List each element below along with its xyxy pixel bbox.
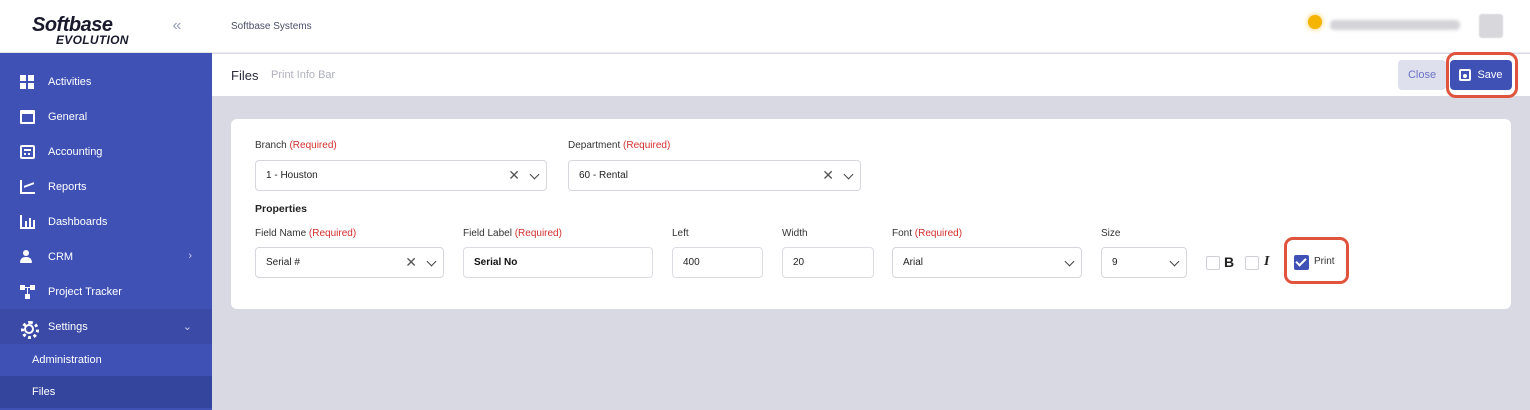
user-name-redacted[interactable] xyxy=(1330,20,1460,30)
company-name: Softbase Systems xyxy=(231,21,312,32)
department-value: 60 - Rental xyxy=(579,170,628,181)
size-select[interactable]: 9 xyxy=(1101,247,1187,278)
sidebar-item-crm[interactable]: CRM › xyxy=(0,239,212,274)
page-subtitle: Print Info Bar xyxy=(271,69,336,81)
collapse-sidebar-icon[interactable]: « xyxy=(168,17,186,35)
sidebar-item-label: Project Tracker xyxy=(48,285,122,298)
italic-icon: I xyxy=(1264,254,1270,269)
sidebar-item-project-tracker[interactable]: Project Tracker xyxy=(0,274,212,309)
chevron-down-icon[interactable] xyxy=(529,161,540,190)
sidebar-item-label: Settings xyxy=(48,320,88,333)
branch-label: Branch (Required) xyxy=(255,140,337,151)
font-select[interactable]: Arial xyxy=(892,247,1082,278)
bold-checkbox[interactable] xyxy=(1206,256,1220,270)
department-select[interactable]: 60 - Rental ✕ xyxy=(568,160,861,191)
print-checkbox[interactable] xyxy=(1294,255,1309,270)
bold-icon: B xyxy=(1224,254,1235,270)
size-label: Size xyxy=(1101,228,1121,239)
sidebar-item-general[interactable]: General xyxy=(0,99,212,134)
required-marker: (Required) xyxy=(514,228,562,239)
hierarchy-icon xyxy=(20,284,35,299)
size-value: 9 xyxy=(1112,257,1118,268)
avatar[interactable] xyxy=(1479,14,1503,38)
chevron-right-icon: › xyxy=(188,250,192,262)
sidebar-item-reports[interactable]: Reports xyxy=(0,169,212,204)
field-name-label: Field Name (Required) xyxy=(255,228,356,239)
top-bar: Softbase Systems xyxy=(212,0,1530,53)
chevron-down-icon: ⌄ xyxy=(182,321,192,333)
font-label: Font (Required) xyxy=(892,228,962,239)
left-label: Left xyxy=(672,228,689,239)
sidebar-subitem-label: Files xyxy=(32,386,56,398)
archive-icon xyxy=(20,109,35,124)
field-label-label: Field Label (Required) xyxy=(463,228,562,239)
branch-label-text: Branch xyxy=(255,140,287,151)
italic-checkbox[interactable] xyxy=(1245,256,1259,270)
department-label: Department (Required) xyxy=(568,140,670,151)
logo-text-secondary: EVOLUTION xyxy=(56,33,129,47)
properties-heading: Properties xyxy=(255,203,307,215)
page-title: Files xyxy=(231,68,259,83)
field-name-label-text: Field Name xyxy=(255,228,307,239)
user-icon xyxy=(20,249,35,264)
sidebar-nav: Activities General Accounting Reports Da… xyxy=(0,53,212,408)
line-chart-icon xyxy=(20,179,35,194)
print-label: Print xyxy=(1314,256,1335,267)
gear-icon xyxy=(20,320,39,339)
sidebar-subitem-label: Administration xyxy=(32,354,102,366)
width-input[interactable]: 20 xyxy=(782,247,874,278)
branch-select[interactable]: 1 - Houston ✕ xyxy=(255,160,547,191)
sidebar-item-label: General xyxy=(48,110,88,123)
clear-department-icon[interactable]: ✕ xyxy=(822,161,834,190)
chevron-down-icon[interactable] xyxy=(1169,248,1180,277)
close-button[interactable]: Close xyxy=(1398,60,1446,90)
sidebar-item-activities[interactable]: Activities xyxy=(0,64,212,99)
sidebar-item-settings[interactable]: Settings ⌄ xyxy=(0,309,212,344)
floppy-disk-icon xyxy=(1459,69,1472,81)
clear-field-name-icon[interactable]: ✕ xyxy=(405,248,417,277)
field-label-label-text: Field Label xyxy=(463,228,512,239)
print-info-form: Branch (Required) 1 - Houston ✕ Departme… xyxy=(231,119,1511,309)
save-button-label: Save xyxy=(1477,69,1503,81)
logo-area: Softbase EVOLUTION « xyxy=(0,0,212,53)
field-name-value: Serial # xyxy=(266,257,300,268)
required-marker: (Required) xyxy=(308,228,357,239)
field-label-input[interactable]: Serial No xyxy=(463,247,653,278)
left-input[interactable]: 400 xyxy=(672,247,763,278)
required-marker: (Required) xyxy=(914,228,963,239)
softbase-logo: Softbase EVOLUTION xyxy=(32,14,162,50)
font-value: Arial xyxy=(903,257,924,268)
status-dot-icon xyxy=(1308,15,1322,29)
required-marker: (Required) xyxy=(623,140,671,151)
sidebar-subitem-files[interactable]: Files xyxy=(0,376,212,408)
font-label-text: Font xyxy=(892,228,913,239)
grid-icon xyxy=(20,74,35,89)
department-label-text: Department xyxy=(568,140,621,151)
sidebar-item-label: Activities xyxy=(48,75,92,88)
sidebar-item-label: Accounting xyxy=(48,145,103,158)
sidebar-item-label: Dashboards xyxy=(48,215,108,228)
save-button[interactable]: Save xyxy=(1450,60,1512,90)
sidebar-item-accounting[interactable]: Accounting xyxy=(0,134,212,169)
branch-value: 1 - Houston xyxy=(266,170,318,181)
chevron-down-icon[interactable] xyxy=(843,161,854,190)
calculator-icon xyxy=(20,144,35,159)
sidebar: Softbase EVOLUTION « Activities General … xyxy=(0,0,212,410)
chevron-down-icon[interactable] xyxy=(1064,248,1075,277)
sidebar-item-dashboards[interactable]: Dashboards xyxy=(0,204,212,239)
page-header: Files Print Info Bar Close Save xyxy=(212,52,1530,98)
sidebar-item-label: Reports xyxy=(48,180,87,193)
bar-chart-icon xyxy=(20,214,35,229)
chevron-down-icon[interactable] xyxy=(426,248,437,277)
required-marker: (Required) xyxy=(289,140,337,151)
width-label: Width xyxy=(782,228,808,239)
clear-branch-icon[interactable]: ✕ xyxy=(508,161,520,190)
sidebar-subitem-administration[interactable]: Administration xyxy=(0,344,212,376)
sidebar-item-label: CRM xyxy=(48,250,74,263)
field-name-select[interactable]: Serial # ✕ xyxy=(255,247,444,278)
